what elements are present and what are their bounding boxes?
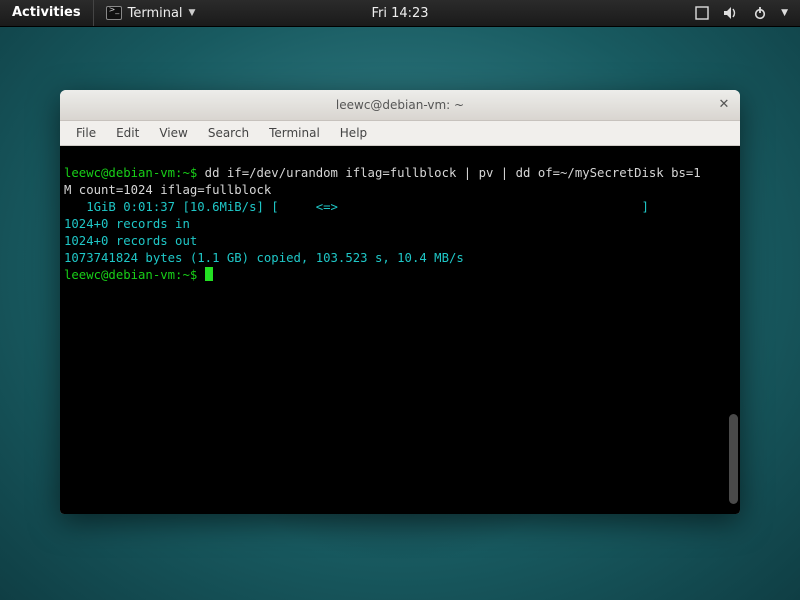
- window-title: leewc@debian-vm: ~: [336, 98, 464, 112]
- clock[interactable]: Fri 14:23: [371, 6, 428, 21]
- prompt: leewc@debian-vm:~$: [64, 166, 197, 180]
- app-menu[interactable]: Terminal ▼: [96, 6, 206, 21]
- prompt: leewc@debian-vm:~$: [64, 268, 197, 282]
- menu-help[interactable]: Help: [330, 121, 377, 145]
- output-line: 1024+0 records in: [64, 217, 190, 231]
- chevron-down-icon[interactable]: ▼: [781, 8, 788, 18]
- menu-terminal[interactable]: Terminal: [259, 121, 330, 145]
- command-text: dd if=/dev/urandom iflag=fullblock | pv …: [205, 166, 701, 180]
- output-line: 1024+0 records out: [64, 234, 197, 248]
- close-icon: ✕: [719, 97, 730, 112]
- volume-icon[interactable]: [723, 6, 739, 20]
- close-button[interactable]: ✕: [716, 96, 732, 112]
- terminal-viewport[interactable]: leewc@debian-vm:~$ dd if=/dev/urandom if…: [60, 146, 740, 514]
- activities-button[interactable]: Activities: [0, 0, 93, 26]
- command-text: M count=1024 iflag=fullblock: [64, 183, 271, 197]
- separator: [93, 0, 94, 26]
- terminal-icon: [106, 6, 122, 20]
- menu-bar: File Edit View Search Terminal Help: [60, 121, 740, 146]
- scrollbar-thumb[interactable]: [729, 414, 738, 504]
- menu-view[interactable]: View: [149, 121, 197, 145]
- topbar-right: ▼: [695, 6, 800, 20]
- gnome-top-bar: Activities Terminal ▼ Fri 14:23 ▼: [0, 0, 800, 27]
- output-line: 1GiB 0:01:37 [10.6MiB/s] [ <=> ]: [64, 200, 649, 214]
- menu-edit[interactable]: Edit: [106, 121, 149, 145]
- titlebar[interactable]: leewc@debian-vm: ~ ✕: [60, 90, 740, 121]
- terminal-window: leewc@debian-vm: ~ ✕ File Edit View Sear…: [60, 90, 740, 514]
- a11y-icon[interactable]: [695, 6, 709, 20]
- output-line: 1073741824 bytes (1.1 GB) copied, 103.52…: [64, 251, 464, 265]
- menu-search[interactable]: Search: [198, 121, 259, 145]
- power-icon[interactable]: [753, 6, 767, 20]
- app-menu-label: Terminal: [128, 6, 183, 21]
- chevron-down-icon: ▼: [189, 8, 196, 18]
- menu-file[interactable]: File: [66, 121, 106, 145]
- scrollbar[interactable]: [729, 156, 738, 504]
- cursor: [205, 267, 213, 281]
- topbar-left: Activities Terminal ▼: [0, 0, 205, 26]
